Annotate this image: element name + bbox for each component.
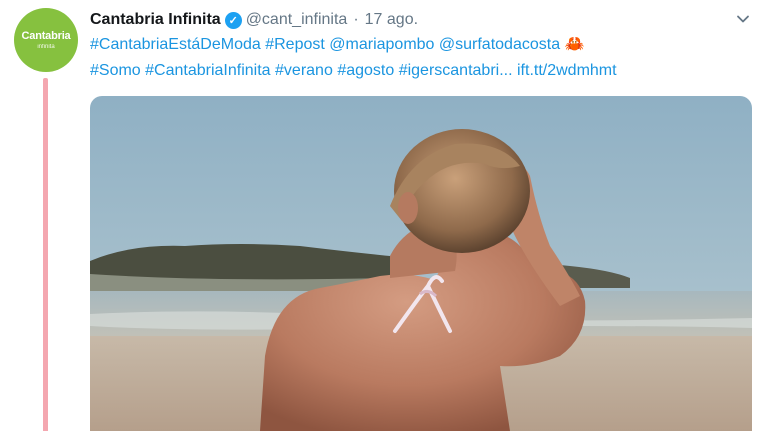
- avatar-brand-text: Cantabria: [21, 29, 71, 42]
- hashtag-link[interactable]: #CantabriaInfinita: [145, 62, 270, 79]
- mention-link[interactable]: @surfatodacosta: [439, 36, 560, 53]
- tweet[interactable]: Cantabria infinita Cantabria Infinita ✓ …: [0, 0, 768, 431]
- crab-emoji-icon: 🦀: [564, 36, 585, 53]
- hashtag-link[interactable]: #CantabriaEstáDeModa: [90, 36, 261, 53]
- beach-photo-image: [90, 96, 752, 431]
- chevron-down-icon[interactable]: [736, 12, 750, 26]
- hashtag-link[interactable]: #agosto: [337, 62, 394, 79]
- avatar[interactable]: Cantabria infinita: [14, 8, 78, 72]
- tweet-text: #CantabriaEstáDeModa #Repost @mariapombo…: [90, 32, 750, 84]
- tweet-timestamp[interactable]: 17 ago.: [365, 11, 418, 29]
- avatar-column: Cantabria infinita: [14, 8, 78, 431]
- tweet-text-line: #CantabriaEstáDeModa #Repost @mariapombo…: [90, 32, 750, 58]
- mention-link[interactable]: @mariapombo: [329, 36, 434, 53]
- hashtag-link[interactable]: #Repost: [265, 36, 325, 53]
- hashtag-link[interactable]: #verano: [275, 62, 333, 79]
- author-name[interactable]: Cantabria Infinita: [90, 11, 221, 29]
- tweet-header: Cantabria Infinita ✓ @cant_infinita · 17…: [90, 9, 418, 31]
- tweet-text-line: #Somo #CantabriaInfinita #verano #agosto…: [90, 58, 750, 84]
- hashtag-link[interactable]: #Somo: [90, 62, 141, 79]
- tweet-photo[interactable]: [90, 96, 752, 431]
- url-link[interactable]: ift.tt/2wdmhmt: [517, 62, 617, 79]
- avatar-sub-text: infinita: [37, 43, 55, 50]
- hashtag-link[interactable]: #igerscantabri...: [399, 62, 513, 79]
- separator-dot: ·: [353, 11, 359, 28]
- verified-badge-icon: ✓: [224, 11, 242, 29]
- thread-line: [43, 78, 48, 431]
- author-handle[interactable]: @cant_infinita: [246, 11, 348, 29]
